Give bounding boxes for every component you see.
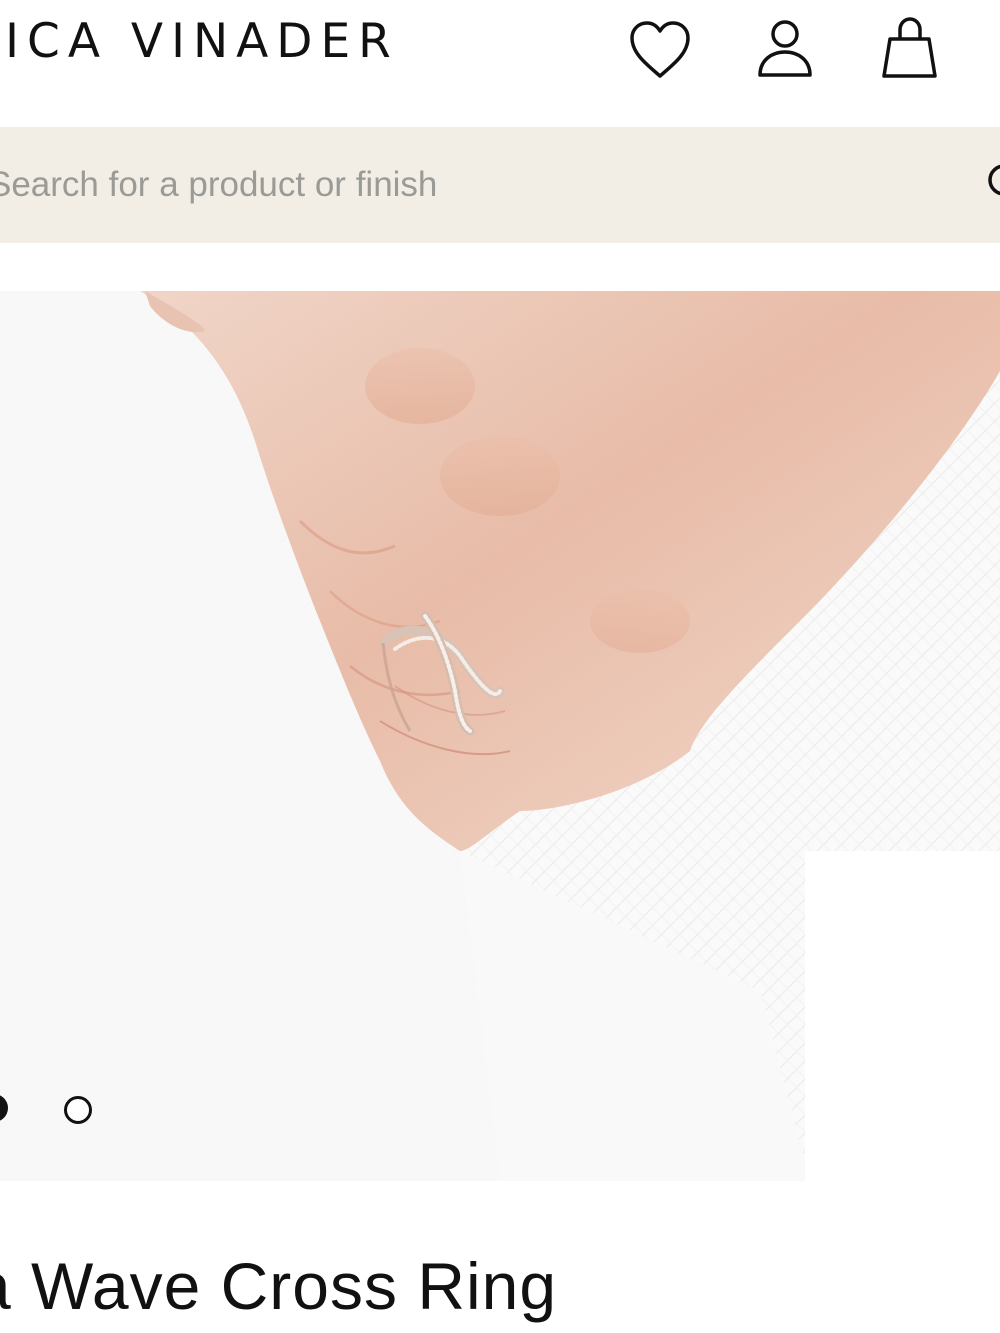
search-bar [0,127,1000,243]
product-photo [0,291,1000,1181]
product-title: a Wave Cross Ring [0,1249,558,1323]
product-image[interactable] [0,291,1000,1181]
user-icon [758,20,812,77]
product-page: NICA VINADER Search for a product or fin… [0,0,1000,1333]
search-icon[interactable] [984,160,1000,204]
wishlist-button[interactable] [624,14,696,86]
heart-icon [630,21,690,78]
site-header: NICA VINADER [0,0,1000,127]
brand-logo[interactable]: NICA VINADER [0,14,399,69]
shopping-bag-icon [882,17,937,78]
gallery-dot-2[interactable] [64,1096,92,1124]
shopping-bag-button[interactable] [872,14,944,86]
search-input[interactable] [0,155,948,215]
account-button[interactable] [748,14,820,86]
